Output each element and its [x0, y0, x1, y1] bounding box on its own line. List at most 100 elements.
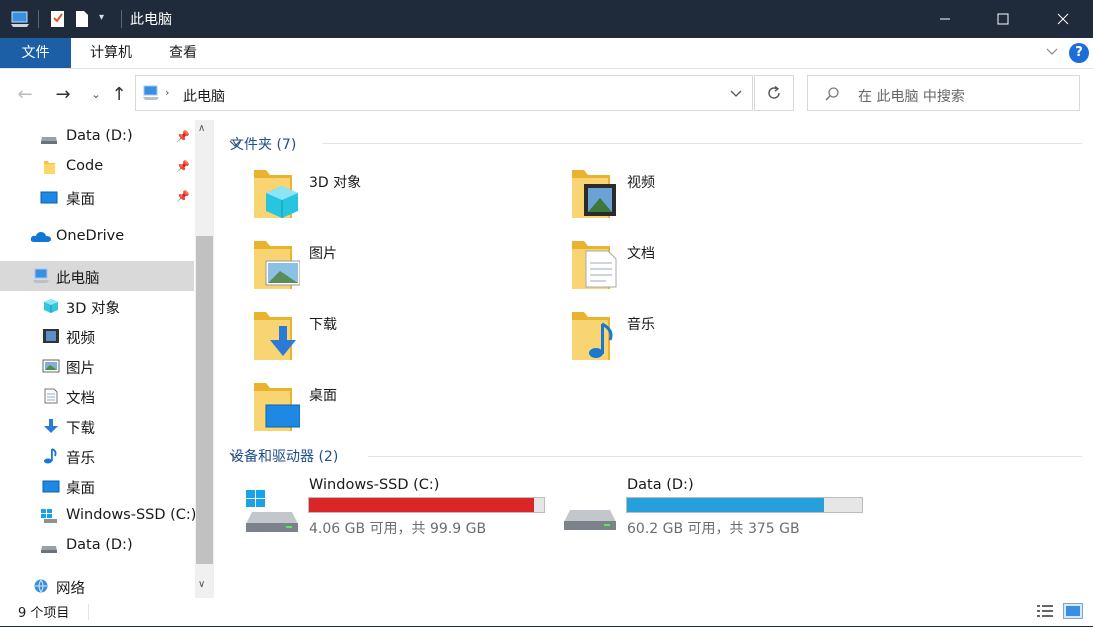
sidebar-item-label: Code	[66, 158, 104, 174]
drive-usage-fill	[627, 498, 825, 512]
sidebar-item-label: 此电脑	[56, 271, 100, 287]
scroll-down-icon[interactable]: ∨	[198, 579, 205, 590]
sidebar-item-label: 视频	[66, 331, 95, 347]
sidebar-item-data-d[interactable]: Data (D:)	[0, 531, 194, 561]
folder-label[interactable]: 下载	[309, 314, 337, 334]
drive-space-text: 4.06 GB 可用，共 99.9 GB	[309, 521, 487, 537]
address-bar[interactable]	[135, 75, 753, 111]
title-divider	[121, 10, 122, 28]
pictures-folder-icon[interactable]	[252, 237, 301, 293]
sidebar-item-documents[interactable]: 文档	[0, 381, 194, 411]
sidebar-item-3d-objects[interactable]: 3D 对象	[0, 291, 194, 321]
sidebar-item-label: 3D 对象	[66, 301, 120, 317]
search-placeholder: 在 此电脑 中搜索	[858, 89, 965, 105]
videos-folder-icon[interactable]	[570, 166, 618, 222]
downloads-icon	[42, 418, 60, 434]
tab-computer[interactable]: 计算机	[79, 38, 143, 68]
3d-objects-icon	[42, 298, 60, 314]
sidebar-item-desktop[interactable]: 桌面	[0, 471, 194, 501]
documents-icon	[42, 388, 60, 404]
folder-icon	[40, 159, 58, 175]
back-button[interactable]: ←	[13, 82, 37, 108]
sidebar-item-label: 桌面	[66, 481, 95, 497]
sidebar-item-data-d-pinned[interactable]: Data (D:) 📌	[0, 122, 194, 152]
desktop-folder-icon[interactable]	[252, 379, 301, 435]
pictures-icon	[42, 358, 60, 374]
group-divider	[368, 456, 1082, 457]
drive-name[interactable]: Data (D:)	[627, 477, 694, 493]
refresh-icon	[768, 85, 780, 99]
downloads-folder-icon[interactable]	[252, 308, 300, 364]
details-view-icon[interactable]	[1036, 603, 1054, 619]
sidebar-item-music[interactable]: 音乐	[0, 441, 194, 471]
drive-icon	[40, 538, 58, 554]
scroll-up-icon[interactable]: ∧	[198, 123, 205, 134]
sidebar-item-windows-ssd[interactable]: Windows-SSD (C:)	[0, 501, 197, 531]
sidebar-item-code[interactable]: Code 📌	[0, 152, 194, 182]
tab-file[interactable]: 文件	[0, 38, 71, 68]
sidebar-item-label: 音乐	[66, 451, 95, 467]
3d-objects-folder-icon[interactable]	[252, 166, 300, 222]
folder-label[interactable]: 音乐	[627, 314, 655, 334]
sidebar-item-label: 图片	[66, 361, 95, 377]
folder-label[interactable]: 3D 对象	[309, 172, 361, 192]
sidebar-item-this-pc[interactable]: 此电脑	[0, 261, 194, 291]
drives-group-header[interactable]: 设备和驱动器 (2)	[230, 446, 338, 466]
tab-view[interactable]: 查看	[155, 38, 211, 68]
folder-label[interactable]: 文档	[627, 243, 655, 263]
close-button[interactable]	[1032, 0, 1093, 38]
documents-folder-icon[interactable]	[570, 237, 618, 293]
help-icon[interactable]: ?	[1069, 43, 1089, 63]
sidebar-item-label: Windows-SSD (C:)	[66, 507, 197, 523]
up-button[interactable]: ↑	[107, 82, 131, 108]
sidebar-item-label: OneDrive	[56, 228, 125, 244]
chevron-right-icon[interactable]: ›	[165, 86, 169, 99]
address-dropdown-icon[interactable]	[729, 87, 743, 101]
sidebar-item-label: 下载	[66, 421, 95, 437]
music-icon	[42, 448, 60, 464]
music-folder-icon[interactable]	[570, 308, 618, 364]
sidebar-item-pictures[interactable]: 图片	[0, 351, 194, 381]
sidebar-item-onedrive[interactable]: OneDrive	[0, 222, 194, 252]
maximize-button[interactable]	[974, 0, 1032, 38]
sidebar-item-label: 桌面	[66, 192, 95, 208]
recent-locations-button[interactable]: ⌄	[84, 82, 108, 108]
this-pc-app-icon[interactable]	[10, 10, 30, 28]
drive-usage-bar	[626, 497, 863, 513]
window-title: 此电脑	[130, 12, 172, 28]
sidebar-item-label: 文档	[66, 391, 95, 407]
sidebar-scrollbar-thumb[interactable]	[196, 236, 213, 564]
sidebar-item-desktop-pinned[interactable]: 桌面 📌	[0, 182, 194, 212]
folders-group-header[interactable]: 文件夹 (7)	[230, 134, 296, 154]
folder-label[interactable]: 视频	[627, 172, 655, 192]
expand-ribbon-icon[interactable]	[1045, 44, 1059, 58]
videos-icon	[42, 328, 60, 344]
drive-usage-bar	[308, 497, 545, 513]
properties-icon[interactable]	[49, 9, 67, 29]
sidebar-item-label: Data (D:)	[66, 537, 133, 553]
forward-button[interactable]: →	[51, 82, 75, 108]
refresh-button[interactable]	[754, 75, 794, 111]
pin-icon[interactable]: 📌	[176, 160, 190, 173]
drive-name[interactable]: Windows-SSD (C:)	[309, 477, 439, 493]
minimize-button[interactable]	[916, 0, 974, 38]
sidebar-item-label: Data (D:)	[66, 128, 133, 144]
windows-drive-icon	[40, 508, 58, 524]
this-pc-icon	[32, 268, 50, 284]
drive-icon[interactable]	[562, 488, 618, 534]
sidebar-item-videos[interactable]: 视频	[0, 321, 194, 351]
new-folder-icon[interactable]	[74, 9, 90, 29]
large-icons-view-icon[interactable]	[1063, 603, 1083, 619]
desktop-icon	[40, 189, 58, 205]
folder-label[interactable]: 图片	[309, 243, 337, 263]
pin-icon[interactable]: 📌	[176, 190, 190, 203]
folder-label[interactable]: 桌面	[309, 385, 337, 405]
this-pc-icon	[142, 85, 160, 101]
sidebar-item-downloads[interactable]: 下载	[0, 411, 194, 441]
pin-icon[interactable]: 📌	[176, 130, 190, 143]
windows-drive-icon[interactable]	[244, 488, 300, 534]
status-item-count: 9 个项目	[18, 606, 70, 621]
address-path[interactable]: 此电脑	[183, 86, 225, 106]
customize-quick-access-icon[interactable]: ▾	[99, 12, 104, 23]
sidebar-item-network[interactable]: 网络	[0, 571, 194, 601]
